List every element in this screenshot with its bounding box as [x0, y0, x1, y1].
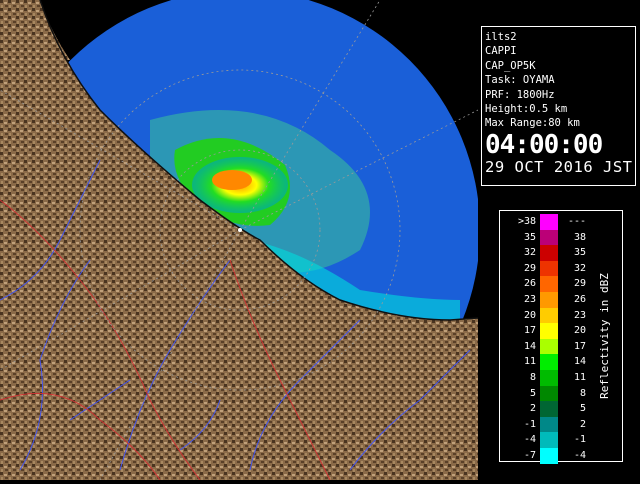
- legend-swatch: [540, 416, 558, 433]
- legend-upper-value: -4: [573, 450, 586, 461]
- legend-swatch: [540, 401, 558, 417]
- legend-swatch: [540, 260, 558, 277]
- info-panel: ilts2 CAPPI CAP_OP5K Task: OYAMA PRF: 18…: [481, 26, 636, 186]
- legend-swatch: [540, 214, 558, 230]
- legend-swatch: [540, 338, 558, 355]
- legend-upper-value: 26: [573, 294, 586, 305]
- legend-swatch: [540, 276, 558, 292]
- legend-lower-value: -7: [523, 450, 536, 461]
- legend-upper-value: 32: [573, 262, 586, 274]
- radar-map[interactable]: [0, 0, 480, 481]
- legend-swatch: [540, 307, 558, 324]
- legend-lower-value: 35: [523, 231, 536, 243]
- legend-swatch: [540, 292, 558, 308]
- legend-lower-value: 20: [523, 309, 536, 321]
- observation-date: 29 OCT 2016 JST: [485, 157, 633, 176]
- legend-upper-value: 14: [573, 356, 586, 368]
- legend-upper-value: 35: [573, 247, 586, 259]
- legend-upper-value: -1: [573, 434, 586, 446]
- legend-upper-value: ---: [567, 216, 586, 227]
- legend-upper-value: 20: [573, 325, 586, 337]
- legend-upper-value: 29: [573, 278, 586, 290]
- legend-upper-value: 2: [579, 418, 586, 430]
- product-type: CAPPI: [485, 45, 517, 58]
- product-code: CAP_OP5K: [485, 59, 536, 72]
- svg-text:Reflectivity in dBZ: Reflectivity in dBZ: [598, 273, 611, 399]
- legend-lower-value: -1: [523, 418, 536, 430]
- legend-lower-value: 8: [529, 372, 536, 383]
- radar-site-marker: [238, 228, 242, 232]
- max-range-value: Max Range:80 km: [485, 117, 580, 130]
- legend-upper-value: 17: [573, 340, 586, 352]
- task-name: Task: OYAMA: [485, 74, 555, 87]
- legend-swatch: [540, 229, 558, 246]
- legend-swatch: [540, 448, 558, 464]
- legend-lower-value: 5: [529, 387, 536, 399]
- legend-lower-value: >38: [517, 216, 536, 227]
- legend-lower-value: 26: [523, 278, 536, 290]
- legend-lower-value: 29: [523, 262, 536, 274]
- legend-lower-value: 14: [523, 340, 536, 352]
- legend-swatch: [540, 354, 558, 370]
- legend-lower-value: 11: [523, 356, 536, 368]
- site-name: ilts2: [485, 31, 517, 43]
- legend-swatch: [540, 432, 558, 448]
- legend-lower-value: -4: [523, 434, 536, 446]
- height-value: Height:0.5 km: [485, 103, 568, 116]
- legend-upper-value: 38: [573, 231, 586, 243]
- legend-upper-value: 11: [573, 372, 586, 383]
- legend-lower-value: 2: [529, 403, 536, 415]
- legend-lower-value: 23: [523, 294, 536, 305]
- legend-swatch: [540, 385, 558, 402]
- legend-lower-value: 32: [523, 247, 536, 259]
- legend-swatch: [540, 323, 558, 339]
- radar-map-canvas: [0, 0, 480, 481]
- legend-swatch: [540, 370, 558, 386]
- prf-value: PRF: 1800Hz: [485, 88, 555, 101]
- legend-unit-label: Reflectivity in dBZ: [598, 273, 611, 399]
- legend-upper-value: 23: [573, 309, 586, 321]
- color-legend: >38 --- 35 38 32 35 29 32 26 29 23 26 20 23 17 20 14 17 11…: [499, 210, 623, 464]
- legend-lower-value: 17: [523, 325, 536, 337]
- legend-swatch: [540, 245, 558, 261]
- heavy-echo-core: [212, 170, 252, 190]
- legend-upper-value: 8: [579, 387, 586, 399]
- legend-upper-value: 5: [579, 403, 586, 415]
- observation-time: 04:00:00: [485, 129, 603, 160]
